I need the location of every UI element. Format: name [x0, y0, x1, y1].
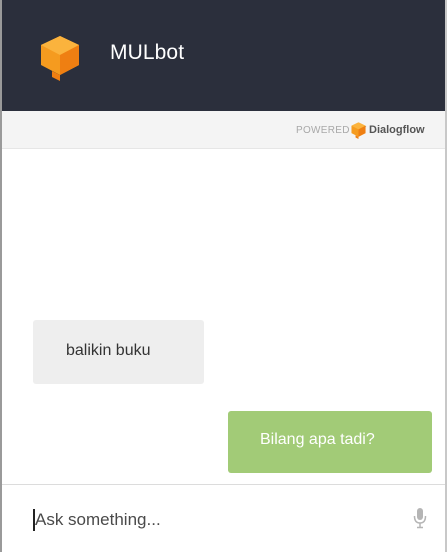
bot-title: MULbot — [110, 41, 185, 64]
powered-by-bar: POWERED BY Dialogflow — [2, 111, 445, 149]
chat-header: MULbot — [2, 0, 445, 111]
bot-message-bubble: balikin buku — [33, 320, 204, 384]
dialogflow-logo-icon — [351, 122, 366, 139]
message-list[interactable]: balikin buku Bilang apa tadi? — [2, 149, 445, 484]
chat-window: MULbot POWERED BY Dialogflow balikin buk… — [0, 0, 447, 552]
input-bar — [2, 484, 445, 552]
message-input[interactable] — [35, 505, 395, 535]
bot-message-text: balikin buku — [66, 342, 151, 359]
microphone-icon[interactable] — [413, 507, 427, 529]
powered-by-brand: Dialogflow — [369, 124, 425, 136]
user-message-bubble: Bilang apa tadi? — [228, 411, 432, 473]
dialogflow-cube-icon — [41, 36, 79, 81]
user-message-text: Bilang apa tadi? — [260, 431, 375, 448]
